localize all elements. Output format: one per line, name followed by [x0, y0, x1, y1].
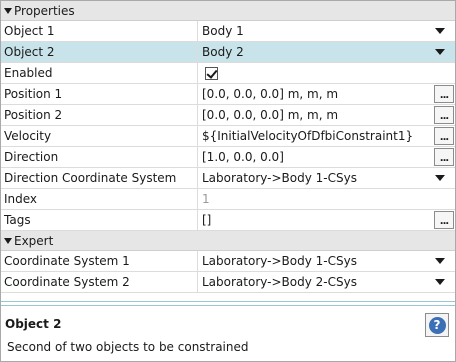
description-title: Object 2: [5, 317, 62, 331]
chevron-down-icon[interactable]: [435, 175, 445, 181]
row-direction-cs-label: Direction Coordinate System: [1, 168, 198, 188]
row-enabled[interactable]: Enabled: [1, 63, 455, 84]
object-2-value: Body 2: [202, 45, 244, 59]
direction-cs-dropdown[interactable]: Laboratory->Body 1-CSys: [198, 168, 455, 188]
velocity-edit-button[interactable]: ...: [434, 127, 454, 145]
index-value: 1: [202, 192, 210, 206]
ellipsis-icon: ...: [439, 153, 449, 164]
index-value-cell: 1: [198, 189, 455, 209]
row-tags[interactable]: Tags [] ...: [1, 210, 455, 231]
object-1-dropdown[interactable]: Body 1: [198, 21, 455, 41]
row-index-label: Index: [1, 189, 198, 209]
position-1-edit-button[interactable]: ...: [434, 85, 454, 103]
tags-field[interactable]: [] ...: [198, 210, 455, 230]
enabled-value-cell[interactable]: [198, 63, 455, 83]
row-velocity-label: Velocity: [1, 126, 198, 146]
row-position-2-label: Position 2: [1, 105, 198, 125]
direction-field[interactable]: [1.0, 0.0, 0.0] ...: [198, 147, 455, 167]
row-enabled-label: Enabled: [1, 63, 198, 83]
enabled-checkbox[interactable]: [205, 66, 218, 80]
property-grid: Properties Object 1 Body 1 Object 2 Body…: [1, 1, 455, 293]
row-direction-label: Direction: [1, 147, 198, 167]
section-expert[interactable]: Expert: [1, 231, 455, 251]
section-expert-label: Expert: [14, 233, 54, 248]
velocity-field[interactable]: ${InitialVelocityOfDfbiConstraint1} ...: [198, 126, 455, 146]
row-object-2-label: Object 2: [1, 42, 198, 62]
question-circle-icon: ?: [428, 316, 446, 334]
object-1-value: Body 1: [202, 24, 244, 38]
splitter-line[interactable]: [1, 305, 455, 306]
row-object-2[interactable]: Object 2 Body 2: [1, 42, 455, 63]
row-object-1-label: Object 1: [1, 21, 198, 41]
cs1-dropdown[interactable]: Laboratory->Body 1-CSys: [198, 251, 455, 271]
velocity-value: ${InitialVelocityOfDfbiConstraint1}: [202, 129, 414, 143]
tags-value: []: [202, 213, 212, 227]
position-1-value: [0.0, 0.0, 0.0] m, m, m: [202, 87, 339, 101]
direction-value: [1.0, 0.0, 0.0]: [202, 150, 284, 164]
row-position-1-label: Position 1: [1, 84, 198, 104]
splitter-line[interactable]: [1, 301, 455, 302]
direction-edit-button[interactable]: ...: [434, 148, 454, 166]
section-properties[interactable]: Properties: [1, 1, 455, 21]
row-index: Index 1: [1, 189, 455, 210]
row-cs2-label: Coordinate System 2: [1, 272, 198, 292]
row-position-2[interactable]: Position 2 [0.0, 0.0, 0.0] m, m, m ...: [1, 105, 455, 126]
position-2-field[interactable]: [0.0, 0.0, 0.0] m, m, m ...: [198, 105, 455, 125]
row-direction-coordinate-system[interactable]: Direction Coordinate System Laboratory->…: [1, 168, 455, 189]
chevron-down-icon[interactable]: [435, 279, 445, 285]
position-2-value: [0.0, 0.0, 0.0] m, m, m: [202, 108, 339, 122]
cs2-dropdown[interactable]: Laboratory->Body 2-CSys: [198, 272, 455, 292]
cs2-value: Laboratory->Body 2-CSys: [202, 275, 357, 289]
ellipsis-icon: ...: [439, 111, 449, 122]
ellipsis-icon: ...: [439, 90, 449, 101]
position-1-field[interactable]: [0.0, 0.0, 0.0] m, m, m ...: [198, 84, 455, 104]
ellipsis-icon: ...: [439, 132, 449, 143]
row-position-1[interactable]: Position 1 [0.0, 0.0, 0.0] m, m, m ...: [1, 84, 455, 105]
row-coordinate-system-2[interactable]: Coordinate System 2 Laboratory->Body 2-C…: [1, 272, 455, 293]
description-panel: Object 2 Second of two objects to be con…: [1, 307, 455, 361]
triangle-down-icon[interactable]: [4, 8, 12, 14]
row-velocity[interactable]: Velocity ${InitialVelocityOfDfbiConstrai…: [1, 126, 455, 147]
position-2-edit-button[interactable]: ...: [434, 106, 454, 124]
triangle-down-icon[interactable]: [4, 238, 12, 244]
chevron-down-icon[interactable]: [435, 28, 445, 34]
help-button[interactable]: ?: [425, 313, 449, 337]
property-sheet-window: Properties Object 1 Body 1 Object 2 Body…: [0, 0, 456, 362]
row-cs1-label: Coordinate System 1: [1, 251, 198, 271]
chevron-down-icon[interactable]: [435, 258, 445, 264]
direction-cs-value: Laboratory->Body 1-CSys: [202, 171, 357, 185]
object-2-dropdown[interactable]: Body 2: [198, 42, 455, 62]
row-tags-label: Tags: [1, 210, 198, 230]
tags-edit-button[interactable]: ...: [434, 211, 454, 229]
description-text: Second of two objects to be constrained: [7, 340, 249, 354]
row-object-1[interactable]: Object 1 Body 1: [1, 21, 455, 42]
row-direction[interactable]: Direction [1.0, 0.0, 0.0] ...: [1, 147, 455, 168]
section-properties-label: Properties: [14, 3, 75, 18]
cs1-value: Laboratory->Body 1-CSys: [202, 254, 357, 268]
chevron-down-icon[interactable]: [435, 49, 445, 55]
ellipsis-icon: ...: [439, 216, 449, 227]
row-coordinate-system-1[interactable]: Coordinate System 1 Laboratory->Body 1-C…: [1, 251, 455, 272]
